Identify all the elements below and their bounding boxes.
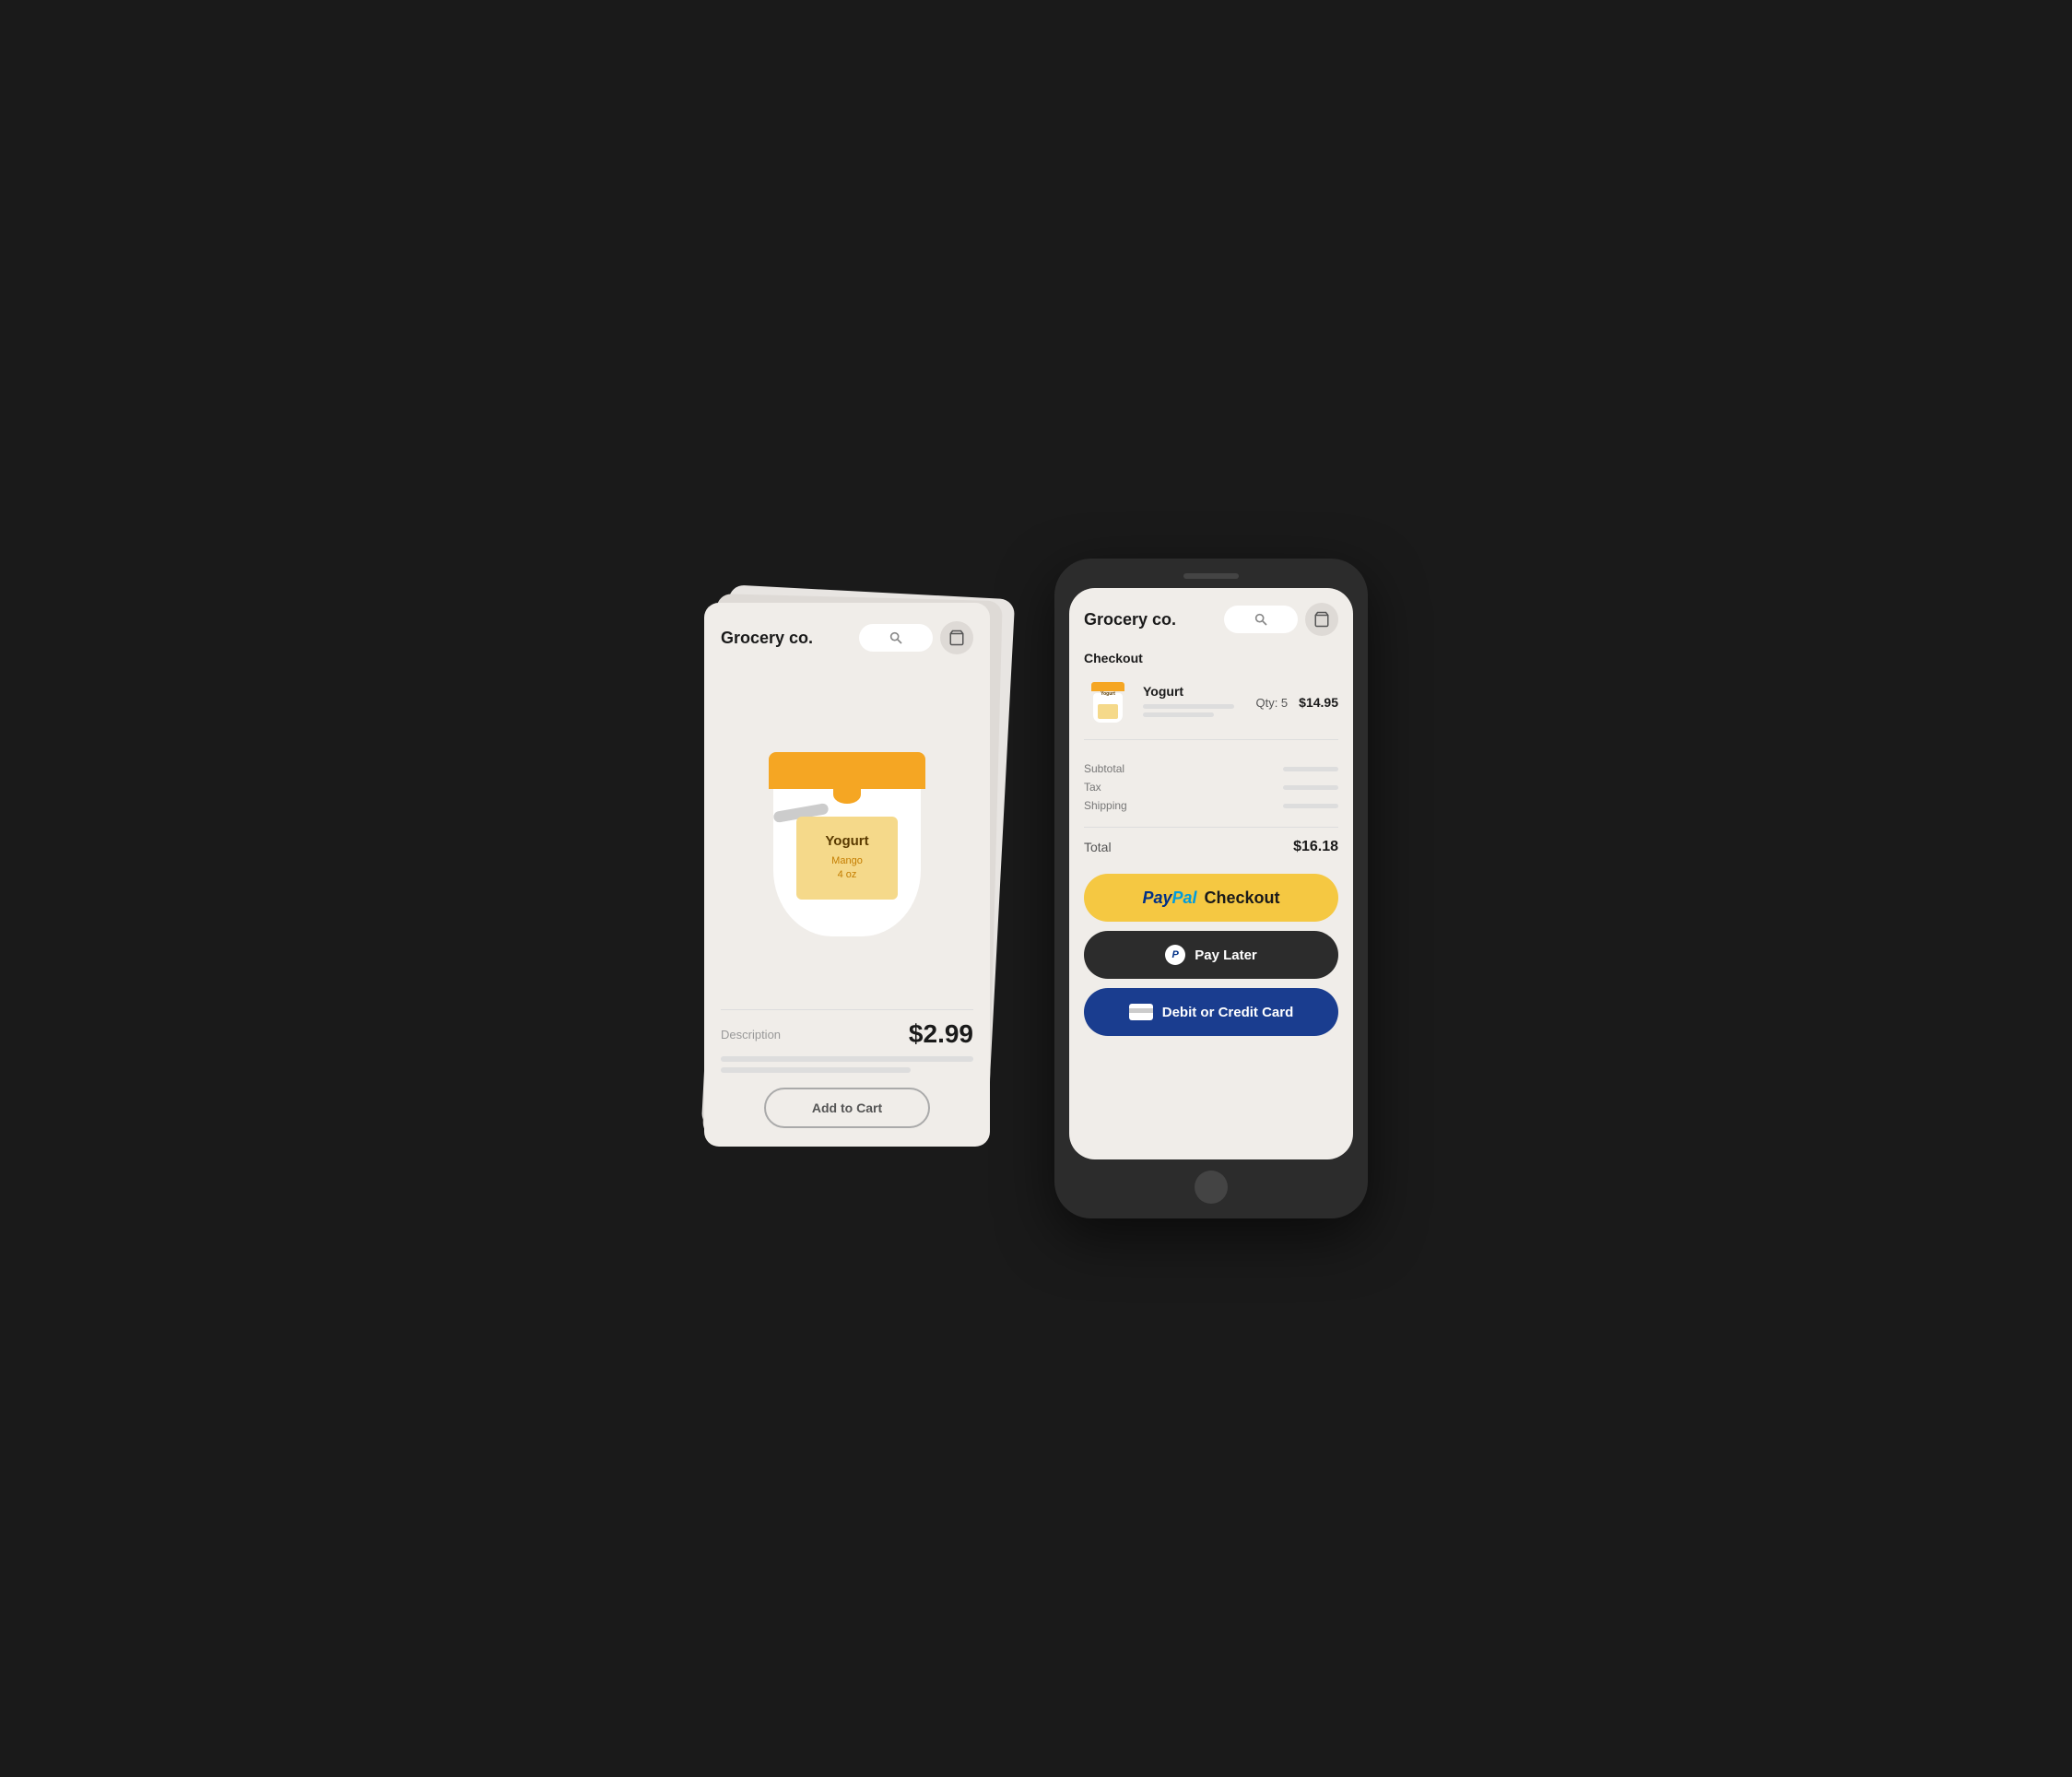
shipping-row: Shipping — [1084, 799, 1338, 812]
description-label: Description — [721, 1028, 781, 1041]
item-desc-line-2 — [1143, 712, 1214, 717]
yogurt-drip — [833, 785, 861, 804]
grand-total-row: Total $16.18 — [1084, 839, 1338, 855]
credit-card-text: Debit or Credit Card — [1162, 1005, 1294, 1020]
desc-line-2 — [721, 1067, 911, 1073]
checkout-cart-icon — [1313, 611, 1330, 628]
price-row: Description $2.99 — [721, 1019, 973, 1049]
left-phone-stack: Grocery co. — [704, 603, 1018, 1174]
thumb-lid — [1091, 682, 1124, 691]
item-name: Yogurt — [1143, 684, 1244, 699]
description-lines — [721, 1056, 973, 1073]
yogurt-illustration: Yogurt Mango 4 oz — [764, 734, 930, 936]
subtotal-label: Subtotal — [1084, 762, 1124, 775]
checkout-section-label: Checkout — [1084, 651, 1338, 665]
tax-row: Tax — [1084, 781, 1338, 794]
tax-label: Tax — [1084, 781, 1101, 794]
app-header: Grocery co. — [721, 621, 973, 654]
item-details: Yogurt — [1143, 684, 1244, 721]
item-thumbnail: Yogurt — [1084, 678, 1132, 726]
shipping-line — [1283, 804, 1338, 808]
phone-speaker — [1183, 573, 1239, 579]
paypal-logo: PayPal — [1142, 888, 1196, 908]
yogurt-label: Yogurt Mango 4 oz — [796, 817, 898, 900]
checkout-search-pill[interactable] — [1224, 606, 1298, 633]
right-phone-device: Grocery co. — [1054, 559, 1368, 1218]
paypal-checkout-text: Checkout — [1205, 888, 1280, 908]
add-to-cart-button[interactable]: Add to Cart — [764, 1088, 930, 1128]
yogurt-lid — [769, 752, 925, 789]
checkout-screen: Grocery co. — [1069, 588, 1353, 1159]
shipping-label: Shipping — [1084, 799, 1127, 812]
search-icon — [889, 630, 903, 645]
cart-button[interactable] — [940, 621, 973, 654]
checkout-app-header: Grocery co. — [1084, 603, 1338, 636]
item-quantity: Qty: 5 — [1255, 696, 1288, 710]
tax-line — [1283, 785, 1338, 790]
thumb-text: Yogurt — [1101, 691, 1115, 697]
header-right — [859, 621, 973, 654]
desc-line-1 — [721, 1056, 973, 1062]
cart-icon — [948, 630, 965, 646]
total-label: Total — [1084, 840, 1112, 854]
credit-card-button[interactable]: Debit or Credit Card — [1084, 988, 1338, 1036]
paylater-icon: P — [1165, 945, 1185, 965]
subtotal-row: Subtotal — [1084, 762, 1338, 775]
yogurt-label-name: Yogurt — [825, 833, 868, 849]
payment-buttons: PayPal Checkout P Pay Later Debit — [1084, 874, 1338, 1036]
item-price: $14.95 — [1299, 695, 1338, 710]
pay-later-button[interactable]: P Pay Later — [1084, 931, 1338, 979]
product-price: $2.99 — [909, 1019, 973, 1049]
checkout-header-right — [1224, 603, 1338, 636]
search-pill[interactable] — [859, 624, 933, 652]
credit-card-icon — [1129, 1004, 1153, 1020]
order-totals: Subtotal Tax Shipping — [1084, 753, 1338, 828]
pay-later-text: Pay Later — [1195, 947, 1257, 963]
app-logo: Grocery co. — [721, 629, 813, 648]
product-image-area: Yogurt Mango 4 oz — [721, 669, 973, 1000]
order-item: Yogurt Yogurt Qty: 5 $14.95 — [1084, 678, 1338, 740]
phone-home-bar — [1069, 1171, 1353, 1204]
scene: Grocery co. — [649, 503, 1423, 1274]
total-amount: $16.18 — [1293, 839, 1338, 855]
phone-notch — [1069, 573, 1353, 579]
subtotal-line — [1283, 767, 1338, 771]
checkout-app-logo: Grocery co. — [1084, 610, 1176, 630]
paypal-checkout-button[interactable]: PayPal Checkout — [1084, 874, 1338, 922]
home-button[interactable] — [1195, 1171, 1228, 1204]
card-stripe — [1129, 1008, 1153, 1013]
thumb-label — [1098, 704, 1118, 719]
product-screen: Grocery co. — [704, 603, 990, 1147]
item-desc-line-1 — [1143, 704, 1234, 709]
checkout-cart-button[interactable] — [1305, 603, 1338, 636]
checkout-search-icon — [1254, 612, 1268, 627]
product-info: Description $2.99 Add to Cart — [721, 1009, 973, 1128]
yogurt-label-flavor: Mango 4 oz — [831, 854, 863, 883]
